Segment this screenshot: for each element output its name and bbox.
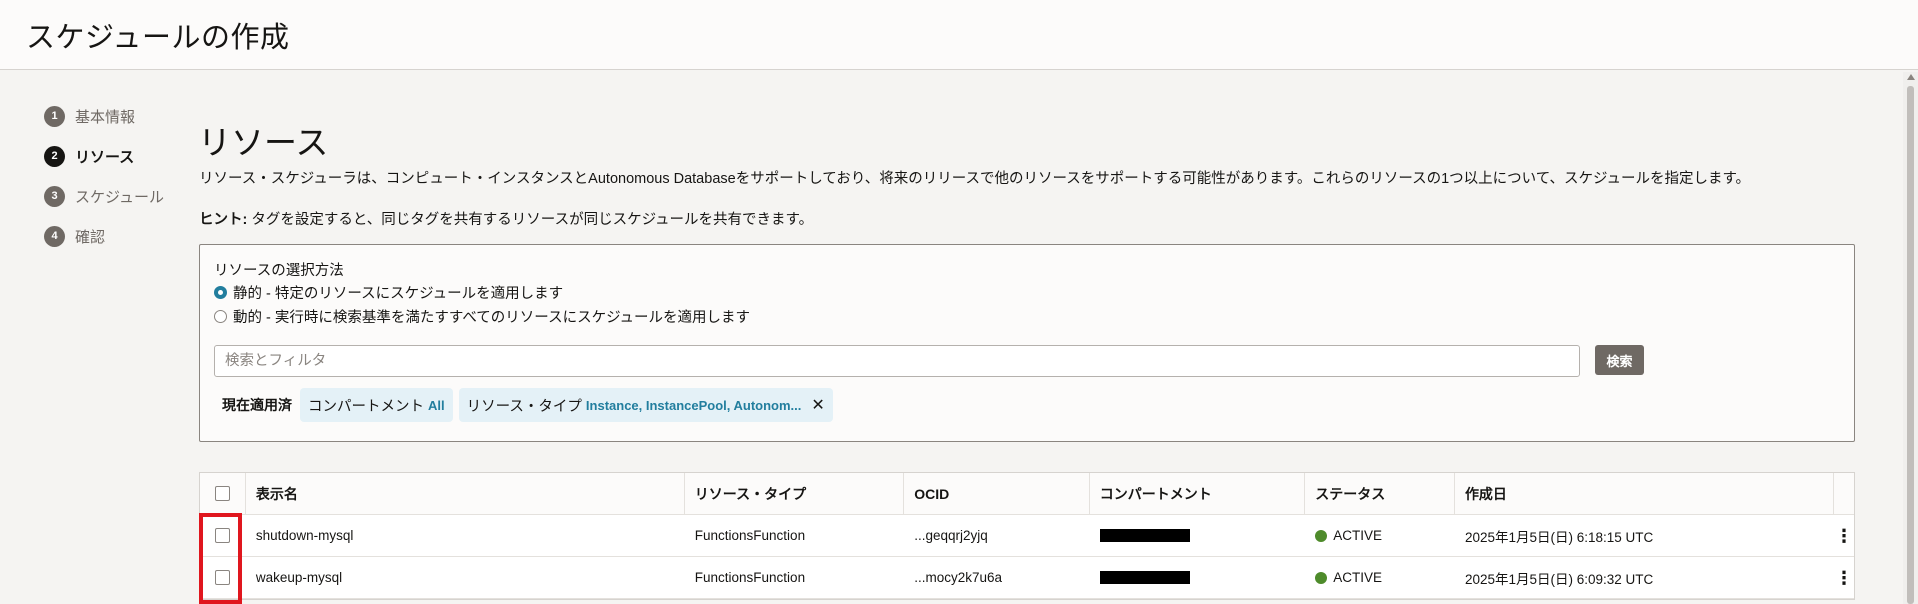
step-review[interactable]: 4 確認 [44,216,164,256]
filter-name: リソース・タイプ [466,398,582,415]
resource-type: FunctionsFunction [694,528,806,543]
ocid: ...mocy2k7u6a [914,570,1003,585]
column-header[interactable]: ステータス [1305,473,1455,514]
step-number: 2 [44,145,65,167]
row-select-cell [200,557,246,598]
column-header[interactable]: 表示名 [246,473,685,514]
step-schedule[interactable]: 3 スケジュール [44,176,164,216]
radio-button[interactable] [214,286,227,299]
redacted-block [1099,571,1190,584]
search-input[interactable] [214,345,1580,377]
status-text: ACTIVE [1333,570,1383,585]
row-actions: ⋮ [1834,515,1854,556]
table-row[interactable]: wakeup-mysql FunctionsFunction ...mocy2k… [200,557,1854,599]
page-title: スケジュールの作成 [26,22,290,54]
scroll-up-arrow-icon[interactable] [1907,74,1915,80]
section-description: リソース・スケジューラは、コンピュート・インスタンスとAutonomous Da… [199,171,1751,187]
radio-static[interactable]: 静的 - 特定のリソースにスケジュールを適用します [214,282,563,303]
close-icon[interactable]: ✕ [811,395,824,415]
column-header[interactable]: リソース・タイプ [685,473,905,514]
resource-table: 表示名 リソース・タイプ OCID コンパートメント ステータス 作成日 shu… [199,472,1855,600]
status-dot-icon [1315,571,1328,584]
actions-header [1834,473,1854,514]
filter-name: コンパートメント [308,398,424,415]
section-title: リソース [198,124,329,161]
created-date: 2025年1月5日(日) 6:09:32 UTC [1464,571,1654,587]
column-header[interactable]: コンパートメント [1090,473,1306,514]
filter-value: All [428,397,445,413]
display-name: shutdown-mysql [255,528,354,543]
column-header[interactable]: OCID [904,473,1090,514]
step-resources[interactable]: 2 リソース [44,136,164,176]
vertical-scrollbar[interactable] [1903,72,1918,604]
display-name: wakeup-mysql [255,570,343,585]
created-date: 2025年1月5日(日) 6:18:15 UTC [1464,529,1654,545]
step-label: 確認 [75,228,106,246]
select-all-cell [200,473,246,514]
radio-dynamic[interactable]: 動的 - 実行時に検索基準を満たすすべてのリソースにスケジュールを適用します [214,306,750,327]
search-button[interactable]: 検索 [1595,345,1644,375]
hint-text: ヒント: タグを設定すると、同じタグを共有するリソースが同じスケジュールを共有で… [199,208,813,229]
kebab-menu-icon[interactable]: ⋮ [1835,527,1853,545]
table-header: 表示名 リソース・タイプ OCID コンパートメント ステータス 作成日 [200,473,1854,515]
row-checkbox[interactable] [215,570,231,585]
step-number: 3 [44,185,65,207]
radio-dynamic-label: 動的 - 実行時に検索基準を満たすすべてのリソースにスケジュールを適用します [233,310,751,326]
scroll-thumb[interactable] [1907,86,1914,604]
status: ACTIVE [1305,515,1455,556]
filter-chip-resource-type[interactable]: リソース・タイプ Instance, InstancePool, Autonom… [458,388,833,422]
step-number: 1 [44,105,65,127]
wizard-steps: 1 基本情報 2 リソース 3 スケジュール 4 確認 [44,96,164,256]
step-basic-info[interactable]: 1 基本情報 [44,96,164,136]
applied-label: 現在適用済 [222,397,292,413]
compartment [1090,557,1305,598]
kebab-menu-icon[interactable]: ⋮ [1835,569,1853,587]
radio-static-label: 静的 - 特定のリソースにスケジュールを適用します [233,286,564,302]
filter-value: Instance, InstancePool, Autonom... [585,397,802,413]
filter-chip-compartment[interactable]: コンパートメント All [300,388,453,422]
table-row[interactable]: shutdown-mysql FunctionsFunction ...geqq… [200,515,1854,557]
hint-body: タグを設定すると、同じタグを共有するリソースが同じスケジュールを共有できます。 [247,212,814,228]
status-text: ACTIVE [1333,528,1383,543]
step-label: リソース [75,148,135,166]
step-label: スケジュール [75,188,164,206]
compartment [1090,515,1305,556]
column-header[interactable]: 作成日 [1455,473,1834,514]
row-checkbox[interactable] [215,528,231,543]
hint-label: ヒント: [199,212,248,228]
resource-type: FunctionsFunction [694,570,806,585]
resource-selection-panel: リソースの選択方法 静的 - 特定のリソースにスケジュールを適用します 動的 -… [199,244,1855,442]
status: ACTIVE [1305,557,1455,598]
step-label: 基本情報 [75,108,136,126]
top-bar: スケジュールの作成 [0,0,1918,70]
redacted-block [1099,529,1190,542]
step-number: 4 [44,225,65,247]
row-select-cell [200,515,246,556]
applied-filters: 現在適用済 コンパートメント All リソース・タイプ Instance, In… [222,388,839,422]
row-actions: ⋮ [1834,557,1854,598]
radio-button[interactable] [214,310,227,323]
ocid: ...geqqrj2yjq [914,528,988,543]
select-all-checkbox[interactable] [214,486,230,501]
status-dot-icon [1315,529,1328,542]
selection-method-label: リソースの選択方法 [214,263,344,279]
